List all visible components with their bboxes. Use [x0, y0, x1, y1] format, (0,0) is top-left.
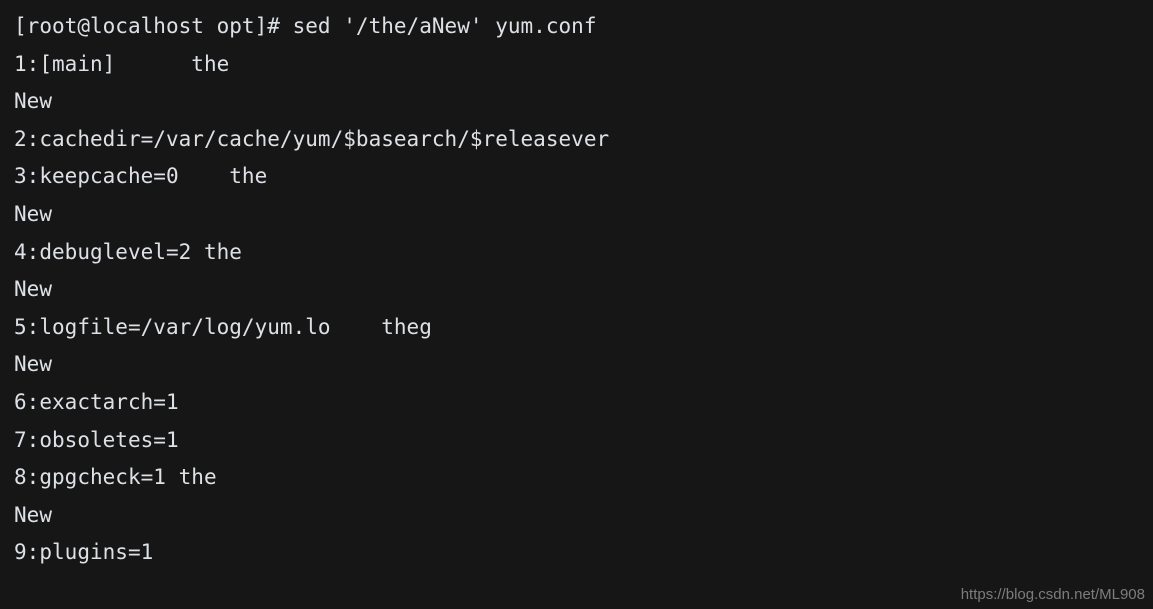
terminal-line-output: 3:keepcache=0 the [14, 164, 268, 189]
terminal-window[interactable]: [root@localhost opt]# sed '/the/aNew' yu… [0, 0, 1153, 609]
terminal-line-output: 1:[main] the [14, 51, 230, 76]
terminal-output[interactable]: [root@localhost opt]# sed '/the/aNew' yu… [0, 0, 1153, 572]
terminal-line-output: New [14, 502, 52, 527]
terminal-line-output: 4:debuglevel=2 the [14, 239, 242, 264]
terminal-line-output: 8:gpgcheck=1 the [14, 465, 217, 490]
terminal-line-output: 2:cachedir=/var/cache/yum/$basearch/$rel… [14, 126, 610, 151]
terminal-line-output: 5:logfile=/var/log/yum.lo theg [14, 314, 432, 339]
terminal-line-output: New [14, 89, 52, 114]
terminal-line-output: 6:exactarch=1 [14, 389, 179, 414]
terminal-line-command: [root@localhost opt]# sed '/the/aNew' yu… [14, 14, 597, 38]
terminal-line-output: New [14, 277, 52, 302]
terminal-line-output: New [14, 352, 52, 377]
terminal-line-output: 7:obsoletes=1 [14, 427, 179, 452]
terminal-line-output: 9:plugins=1 [14, 540, 154, 565]
terminal-line-output: New [14, 201, 52, 226]
watermark-url: https://blog.csdn.net/ML908 [960, 586, 1145, 603]
